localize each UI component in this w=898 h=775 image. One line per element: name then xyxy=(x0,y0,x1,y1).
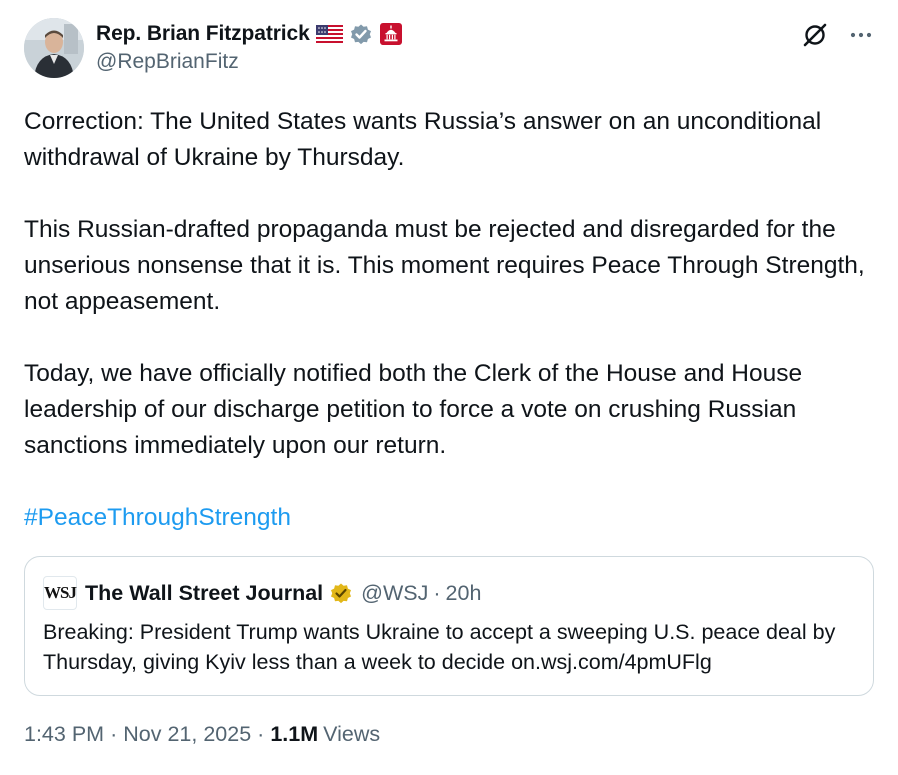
tweet-header: Rep. Brian Fitzpatrick @RepBrianFitz xyxy=(24,18,874,80)
tweet-text: Correction: The United States wants Russ… xyxy=(24,104,874,536)
hashtag-link[interactable]: #PeaceThroughStrength xyxy=(24,500,874,536)
author-block: Rep. Brian Fitzpatrick @RepBrianFitz xyxy=(96,20,403,74)
quoted-author-name: The Wall Street Journal xyxy=(85,580,324,605)
verified-gold-icon xyxy=(329,581,353,605)
author-handle[interactable]: @RepBrianFitz xyxy=(96,50,403,74)
quoted-tweet-time: 20h xyxy=(445,580,482,605)
quoted-tweet-card[interactable]: WSJ The Wall Street Journal @WSJ · 20h B… xyxy=(24,556,874,696)
views-count[interactable]: 1.1M xyxy=(270,722,318,747)
author-display-name[interactable]: Rep. Brian Fitzpatrick xyxy=(96,22,310,46)
capitol-icon[interactable] xyxy=(379,22,403,46)
tweet-paragraph-1: Correction: The United States wants Russ… xyxy=(24,108,822,171)
quoted-author-handle: @WSJ xyxy=(361,580,429,605)
tweet-meta: 1:43 PM · Nov 21, 2025 · 1.1M Views xyxy=(24,722,874,747)
tweet-paragraph-2: This Russian-drafted propaganda must be … xyxy=(24,216,865,315)
separator-dot: · xyxy=(433,580,441,605)
separator-dot: · xyxy=(257,722,265,746)
tweet: Rep. Brian Fitzpatrick @RepBrianFitz Cor… xyxy=(0,0,898,775)
quoted-tweet-text: Breaking: President Trump wants Ukraine … xyxy=(43,620,836,674)
avatar[interactable] xyxy=(24,18,84,78)
author-name-row: Rep. Brian Fitzpatrick xyxy=(96,20,403,48)
us-flag-icon xyxy=(315,25,343,43)
quoted-tweet-header: WSJ The Wall Street Journal @WSJ · 20h xyxy=(43,576,855,610)
tweet-date[interactable]: Nov 21, 2025 xyxy=(123,722,251,747)
separator-dot: · xyxy=(110,722,118,746)
header-actions xyxy=(802,22,874,48)
verified-gray-icon[interactable] xyxy=(349,22,373,46)
views-label: Views xyxy=(323,722,381,746)
tweet-paragraph-3: Today, we have officially notified both … xyxy=(24,360,803,459)
tweet-time[interactable]: 1:43 PM xyxy=(24,722,104,747)
grok-icon[interactable] xyxy=(802,22,828,48)
wsj-logo: WSJ xyxy=(43,576,77,610)
more-options-icon[interactable] xyxy=(848,22,874,48)
